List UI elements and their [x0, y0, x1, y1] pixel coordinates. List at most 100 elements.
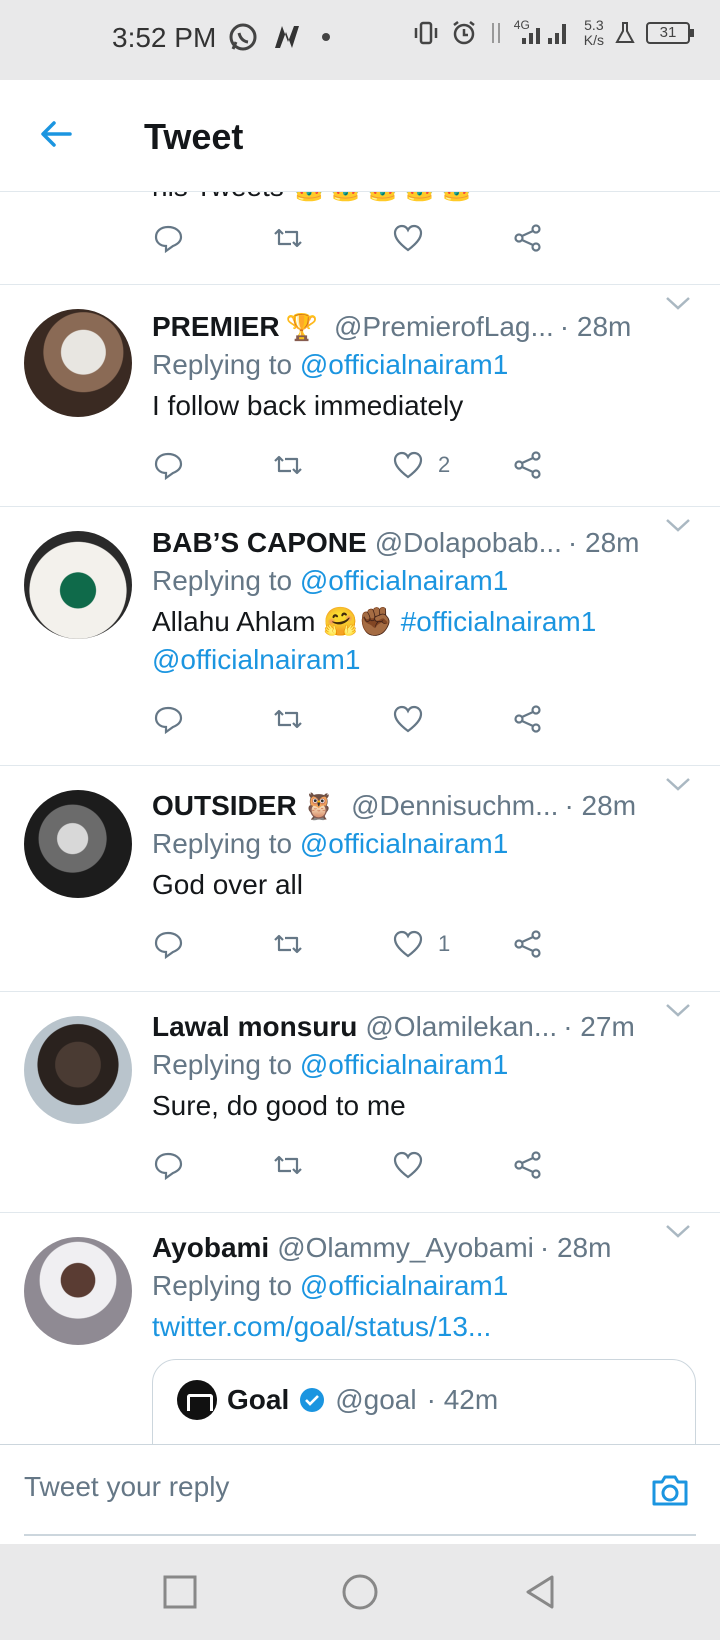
share-button[interactable]: [512, 924, 632, 964]
retweet-button[interactable]: [272, 218, 392, 258]
display-name[interactable]: OUTSIDER: [152, 790, 297, 822]
tweet-header: PREMIER 🏆 @PremierofLag... · 28m: [152, 309, 720, 345]
tweet-time: · 28m: [539, 1232, 612, 1263]
mention-link[interactable]: @officialnairam1: [300, 349, 508, 380]
display-name[interactable]: BAB’S CAPONE: [152, 527, 367, 559]
tweet-header: Ayobami @Olammy_Ayobami · 28m: [152, 1230, 720, 1266]
partial-tweet[interactable]: his Tweets 👑👑👑👑👑: [0, 192, 720, 285]
tweet-header: Lawal monsuru @Olamilekan... · 27m: [152, 1009, 720, 1045]
tweet-actions: 2: [152, 445, 632, 485]
partial-tweet-text: his Tweets 👑👑👑👑👑: [152, 192, 476, 203]
flask-icon: [615, 22, 635, 43]
system-nav-bar: [0, 1544, 720, 1640]
reply-icon: [154, 931, 183, 960]
reply-button[interactable]: [152, 445, 272, 485]
share-button[interactable]: [512, 445, 632, 485]
share-icon: [514, 705, 541, 733]
mention-link[interactable]: @officialnairam1: [300, 565, 508, 596]
display-name[interactable]: Ayobami: [152, 1232, 269, 1264]
retweet-icon: [274, 709, 302, 729]
tweet-actions: [152, 218, 632, 258]
reply-icon: [154, 452, 183, 481]
vibrate-icon: [414, 21, 438, 45]
reply-icon: [154, 1152, 183, 1181]
share-button[interactable]: [512, 218, 632, 258]
tweet-time: · 28m: [567, 527, 640, 558]
replying-to: Replying to @officialnairam1: [152, 1270, 509, 1301]
network-type: 4G: [513, 18, 530, 32]
dot-icon: [322, 33, 330, 41]
data-transfer-icon: [491, 23, 500, 43]
battery-indicator: 31: [646, 22, 694, 44]
avatar[interactable]: [24, 309, 132, 417]
reply-button[interactable]: [152, 1145, 272, 1185]
user-handle: @Dennisuchm...: [351, 790, 559, 821]
like-button[interactable]: 1: [392, 924, 512, 964]
reply-button[interactable]: [152, 218, 272, 258]
status-link[interactable]: twitter.com/goal/status/13...: [152, 1311, 491, 1342]
heart-icon: [393, 705, 423, 733]
camera-icon[interactable]: [648, 1469, 692, 1513]
mention-link[interactable]: @officialnairam1: [300, 828, 508, 859]
mention-link[interactable]: @officialnairam1: [300, 1270, 508, 1301]
mention-link[interactable]: @officialnairam1: [152, 644, 360, 675]
system-icons: 4G 5.3 K/s 31: [412, 18, 694, 48]
chevron-down-icon[interactable]: [664, 1221, 692, 1241]
news-icon: [275, 26, 299, 48]
chevron-down-icon[interactable]: [664, 1000, 692, 1020]
chevron-down-icon[interactable]: [664, 515, 692, 535]
share-icon: [514, 224, 541, 252]
avatar[interactable]: [24, 1237, 132, 1345]
whatsapp-icon: [229, 23, 257, 51]
back-icon[interactable]: [520, 1572, 560, 1612]
quoted-tweet-header: Goal @goal · 42m: [177, 1380, 498, 1420]
avatar[interactable]: [24, 1016, 132, 1124]
quoted-tweet[interactable]: Goal @goal · 42m: [152, 1359, 696, 1444]
avatar[interactable]: [24, 531, 132, 639]
share-button[interactable]: [512, 699, 632, 739]
display-name[interactable]: Lawal monsuru: [152, 1011, 357, 1043]
reply-input[interactable]: Tweet your reply: [24, 1471, 584, 1515]
hashtag-link[interactable]: #officialnairam1: [401, 606, 597, 637]
chevron-down-icon[interactable]: [664, 293, 692, 313]
like-button[interactable]: 2: [392, 445, 512, 485]
heart-icon: [393, 451, 423, 479]
tweet-text: I follow back immediately: [152, 390, 464, 421]
avatar[interactable]: [24, 790, 132, 898]
retweet-button[interactable]: [272, 1145, 392, 1185]
tweet-item[interactable]: PREMIER 🏆 @PremierofLag... · 28m Replyin…: [0, 285, 720, 507]
back-arrow-icon[interactable]: [36, 114, 76, 154]
reply-button[interactable]: [152, 924, 272, 964]
reply-composer: Tweet your reply: [0, 1444, 720, 1544]
status-bar: 3:52 PM 4G 5.3 K/s 31: [0, 0, 720, 80]
retweet-button[interactable]: [272, 924, 392, 964]
recent-apps-icon[interactable]: [160, 1572, 200, 1612]
goal-logo-icon: [177, 1380, 217, 1420]
like-button[interactable]: [392, 699, 512, 739]
retweet-button[interactable]: [272, 445, 392, 485]
display-name[interactable]: PREMIER: [152, 311, 280, 343]
tweet-time: · 28m: [564, 790, 637, 821]
retweet-icon: [274, 228, 302, 248]
reply-button[interactable]: [152, 699, 272, 739]
notification-icons: [228, 22, 336, 52]
tweet-item[interactable]: OUTSIDER 🦉 @Dennisuchm... · 28m Replying…: [0, 766, 720, 992]
like-button[interactable]: [392, 218, 512, 258]
status-time: 3:52 PM: [112, 22, 217, 53]
user-handle: @PremierofLag...: [333, 311, 554, 342]
tweet-actions: [152, 699, 632, 739]
mention-link[interactable]: @officialnairam1: [300, 1049, 508, 1080]
share-button[interactable]: [512, 1145, 632, 1185]
share-icon: [514, 930, 541, 958]
reply-feed[interactable]: his Tweets 👑👑👑👑👑 PREMIER 🏆 @PremierofLag…: [0, 192, 720, 1444]
tweet-item[interactable]: BAB’S CAPONE @Dolapobab... · 28m Replyin…: [0, 507, 720, 766]
like-count: 2: [438, 452, 451, 477]
replying-to: Replying to @officialnairam1: [152, 349, 509, 380]
retweet-button[interactable]: [272, 699, 392, 739]
tweet-text: Sure, do good to me: [152, 1090, 406, 1121]
tweet-item[interactable]: Ayobami @Olammy_Ayobami · 28m Replying t…: [0, 1213, 720, 1444]
tweet-item[interactable]: Lawal monsuru @Olamilekan... · 27m Reply…: [0, 992, 720, 1213]
like-button[interactable]: [392, 1145, 512, 1185]
home-icon[interactable]: [340, 1572, 380, 1612]
chevron-down-icon[interactable]: [664, 774, 692, 794]
